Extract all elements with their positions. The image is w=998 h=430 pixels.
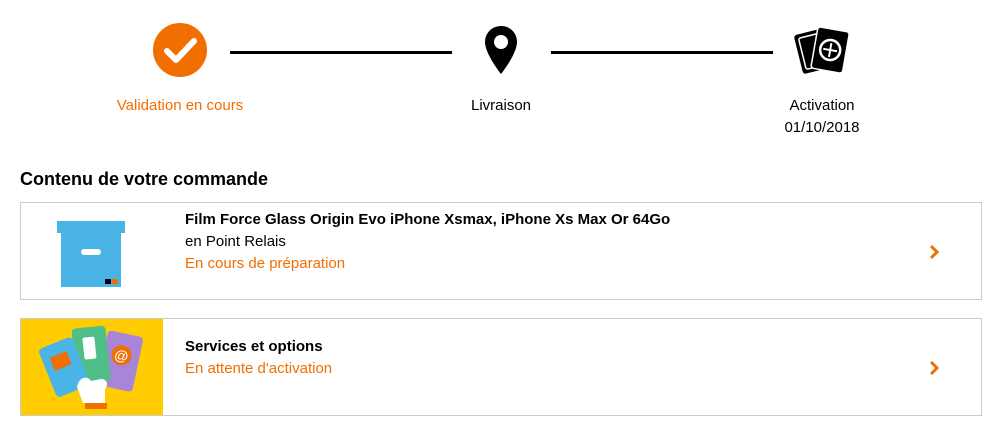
services-status: En attente d'activation bbox=[185, 360, 333, 377]
chevron-right-icon[interactable] bbox=[927, 360, 941, 376]
step-date-activation: 01/10/2018 bbox=[784, 119, 860, 136]
service-cards-icon: @ bbox=[21, 319, 163, 415]
services-title: Services et options bbox=[185, 338, 323, 355]
order-item-delivery: en Point Relais bbox=[185, 233, 286, 250]
location-pin-icon bbox=[472, 21, 530, 79]
package-box-icon bbox=[21, 203, 163, 299]
check-circle-icon bbox=[151, 21, 209, 79]
chevron-right-icon[interactable] bbox=[927, 244, 941, 260]
order-progress-stepper: Validation en cours Livraison Activation… bbox=[0, 0, 998, 150]
order-item-card[interactable]: Film Force Glass Origin Evo iPhone Xsmax… bbox=[20, 202, 982, 300]
step-label-validation: Validation en cours bbox=[116, 97, 244, 114]
services-card[interactable]: @ Services et options En attente d'activ… bbox=[20, 318, 982, 416]
step-label-livraison: Livraison bbox=[470, 97, 532, 114]
order-item-title: Film Force Glass Origin Evo iPhone Xsmax… bbox=[185, 211, 671, 228]
section-title: Contenu de votre commande bbox=[20, 169, 269, 189]
step-connector-1 bbox=[230, 51, 452, 54]
sim-cards-icon bbox=[792, 21, 850, 79]
step-label-activation: Activation bbox=[789, 97, 855, 114]
step-connector-2 bbox=[551, 51, 773, 54]
order-item-status: En cours de préparation bbox=[185, 255, 346, 272]
